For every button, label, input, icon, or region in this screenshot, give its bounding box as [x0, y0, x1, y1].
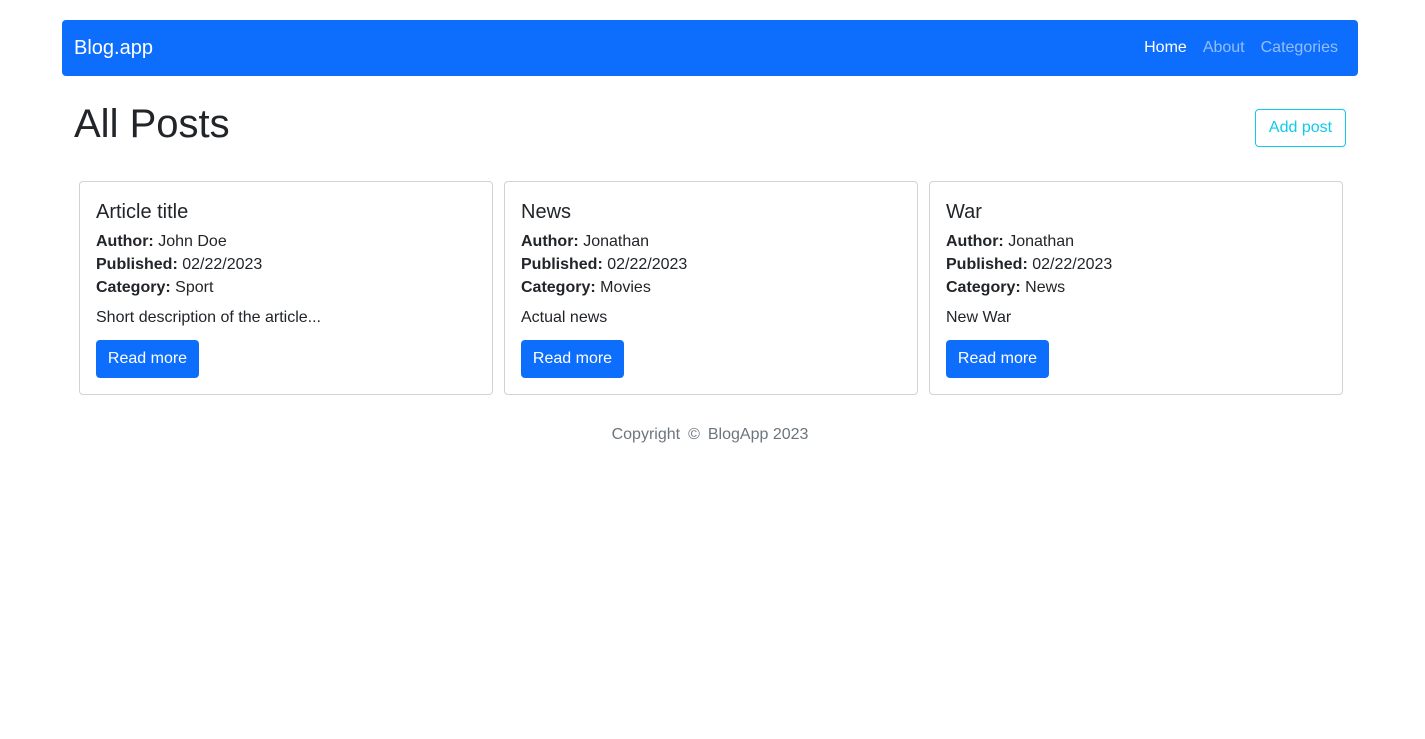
category-value: Sport — [175, 279, 214, 296]
nav-links: Home About Categories — [1136, 39, 1346, 57]
post-category: Category: News — [946, 276, 1326, 299]
read-more-button[interactable]: Read more — [946, 340, 1049, 378]
post-title: News — [521, 201, 572, 223]
published-label: Published: — [946, 256, 1028, 273]
published-value: 02/22/2023 — [182, 256, 263, 273]
published-label: Published: — [96, 256, 178, 273]
post-category: Category: Movies — [521, 276, 901, 299]
post-author: Author: Jonathan — [521, 230, 901, 253]
nav-link-categories[interactable]: Categories — [1253, 39, 1346, 57]
copyright-icon: © — [688, 426, 700, 443]
category-value: News — [1025, 279, 1066, 296]
category-label: Category: — [96, 279, 171, 296]
post-card: Article title Author: John Doe Published… — [79, 181, 493, 395]
post-description: New War — [946, 309, 1012, 326]
category-value: Movies — [600, 279, 651, 296]
author-label: Author: — [521, 233, 579, 250]
author-value: Jonathan — [583, 233, 650, 250]
post-published: Published: 02/22/2023 — [96, 253, 476, 276]
post-category: Category: Sport — [96, 276, 476, 299]
author-label: Author: — [946, 233, 1004, 250]
post-published: Published: 02/22/2023 — [521, 253, 901, 276]
post-title: Article title — [96, 201, 189, 223]
nav-link-about[interactable]: About — [1195, 39, 1253, 57]
nav-link-home[interactable]: Home — [1136, 39, 1195, 57]
page-title: All Posts — [74, 102, 230, 146]
post-card: News Author: Jonathan Published: 02/22/2… — [504, 181, 918, 395]
navbar: Blog.app Home About Categories — [62, 20, 1358, 76]
published-value: 02/22/2023 — [1032, 256, 1113, 273]
author-value: Jonathan — [1008, 233, 1075, 250]
published-label: Published: — [521, 256, 603, 273]
post-description: Short description of the article... — [96, 309, 321, 326]
footer: Copyright © BlogApp 2023 — [0, 426, 1420, 444]
category-label: Category: — [946, 279, 1021, 296]
posts-list: Article title Author: John Doe Published… — [79, 181, 1343, 395]
read-more-button[interactable]: Read more — [96, 340, 199, 378]
footer-suffix: BlogApp 2023 — [707, 426, 809, 443]
author-value: John Doe — [158, 233, 227, 250]
published-value: 02/22/2023 — [607, 256, 688, 273]
category-label: Category: — [521, 279, 596, 296]
read-more-button[interactable]: Read more — [521, 340, 624, 378]
post-title: War — [946, 201, 982, 223]
add-post-button[interactable]: Add post — [1255, 109, 1346, 147]
post-card: War Author: Jonathan Published: 02/22/20… — [929, 181, 1343, 395]
author-label: Author: — [96, 233, 154, 250]
brand-link[interactable]: Blog.app — [74, 37, 153, 60]
post-description: Actual news — [521, 309, 608, 326]
footer-prefix: Copyright — [611, 426, 681, 443]
post-author: Author: Jonathan — [946, 230, 1326, 253]
post-published: Published: 02/22/2023 — [946, 253, 1326, 276]
post-author: Author: John Doe — [96, 230, 476, 253]
